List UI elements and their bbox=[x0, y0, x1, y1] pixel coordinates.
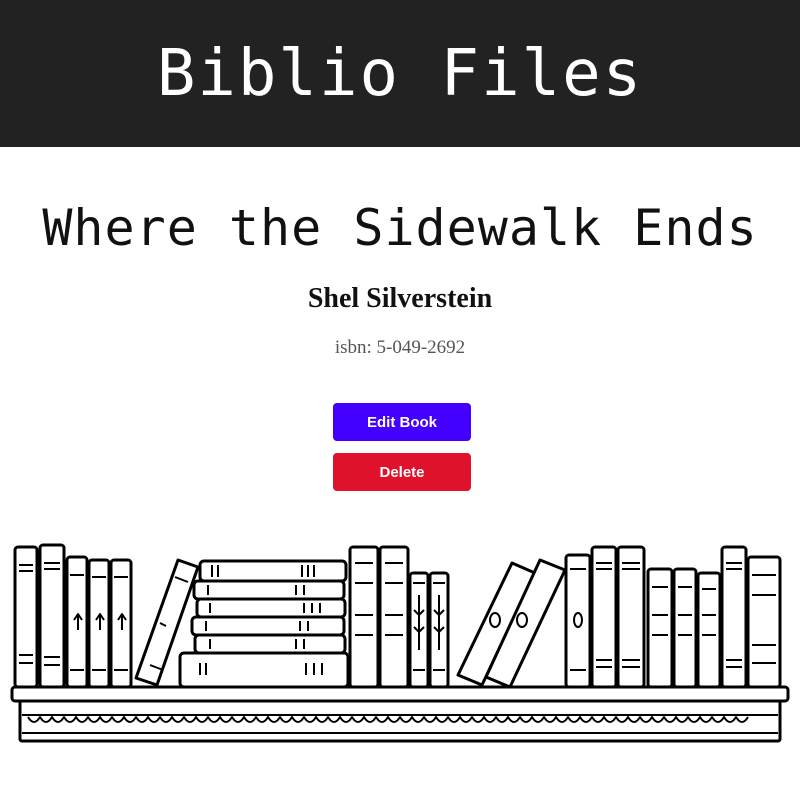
books-left-group bbox=[13, 543, 200, 689]
book-title: Where the Sidewalk Ends bbox=[42, 199, 758, 257]
shelf bbox=[10, 685, 790, 743]
site-header: Biblio Files bbox=[0, 0, 800, 147]
books-middle-group bbox=[348, 545, 450, 689]
edit-book-button[interactable]: Edit Book bbox=[333, 403, 471, 441]
site-title: Biblio Files bbox=[156, 36, 644, 111]
delete-button[interactable]: Delete bbox=[333, 453, 471, 491]
book-isbn: isbn: 5-049-2692 bbox=[334, 337, 466, 358]
books-right-group bbox=[564, 545, 782, 689]
books-leaning-pair bbox=[456, 558, 567, 689]
book-author: Shel Silverstein bbox=[307, 283, 493, 314]
bookshelf-illustration bbox=[10, 543, 790, 743]
books-stack bbox=[178, 559, 350, 689]
